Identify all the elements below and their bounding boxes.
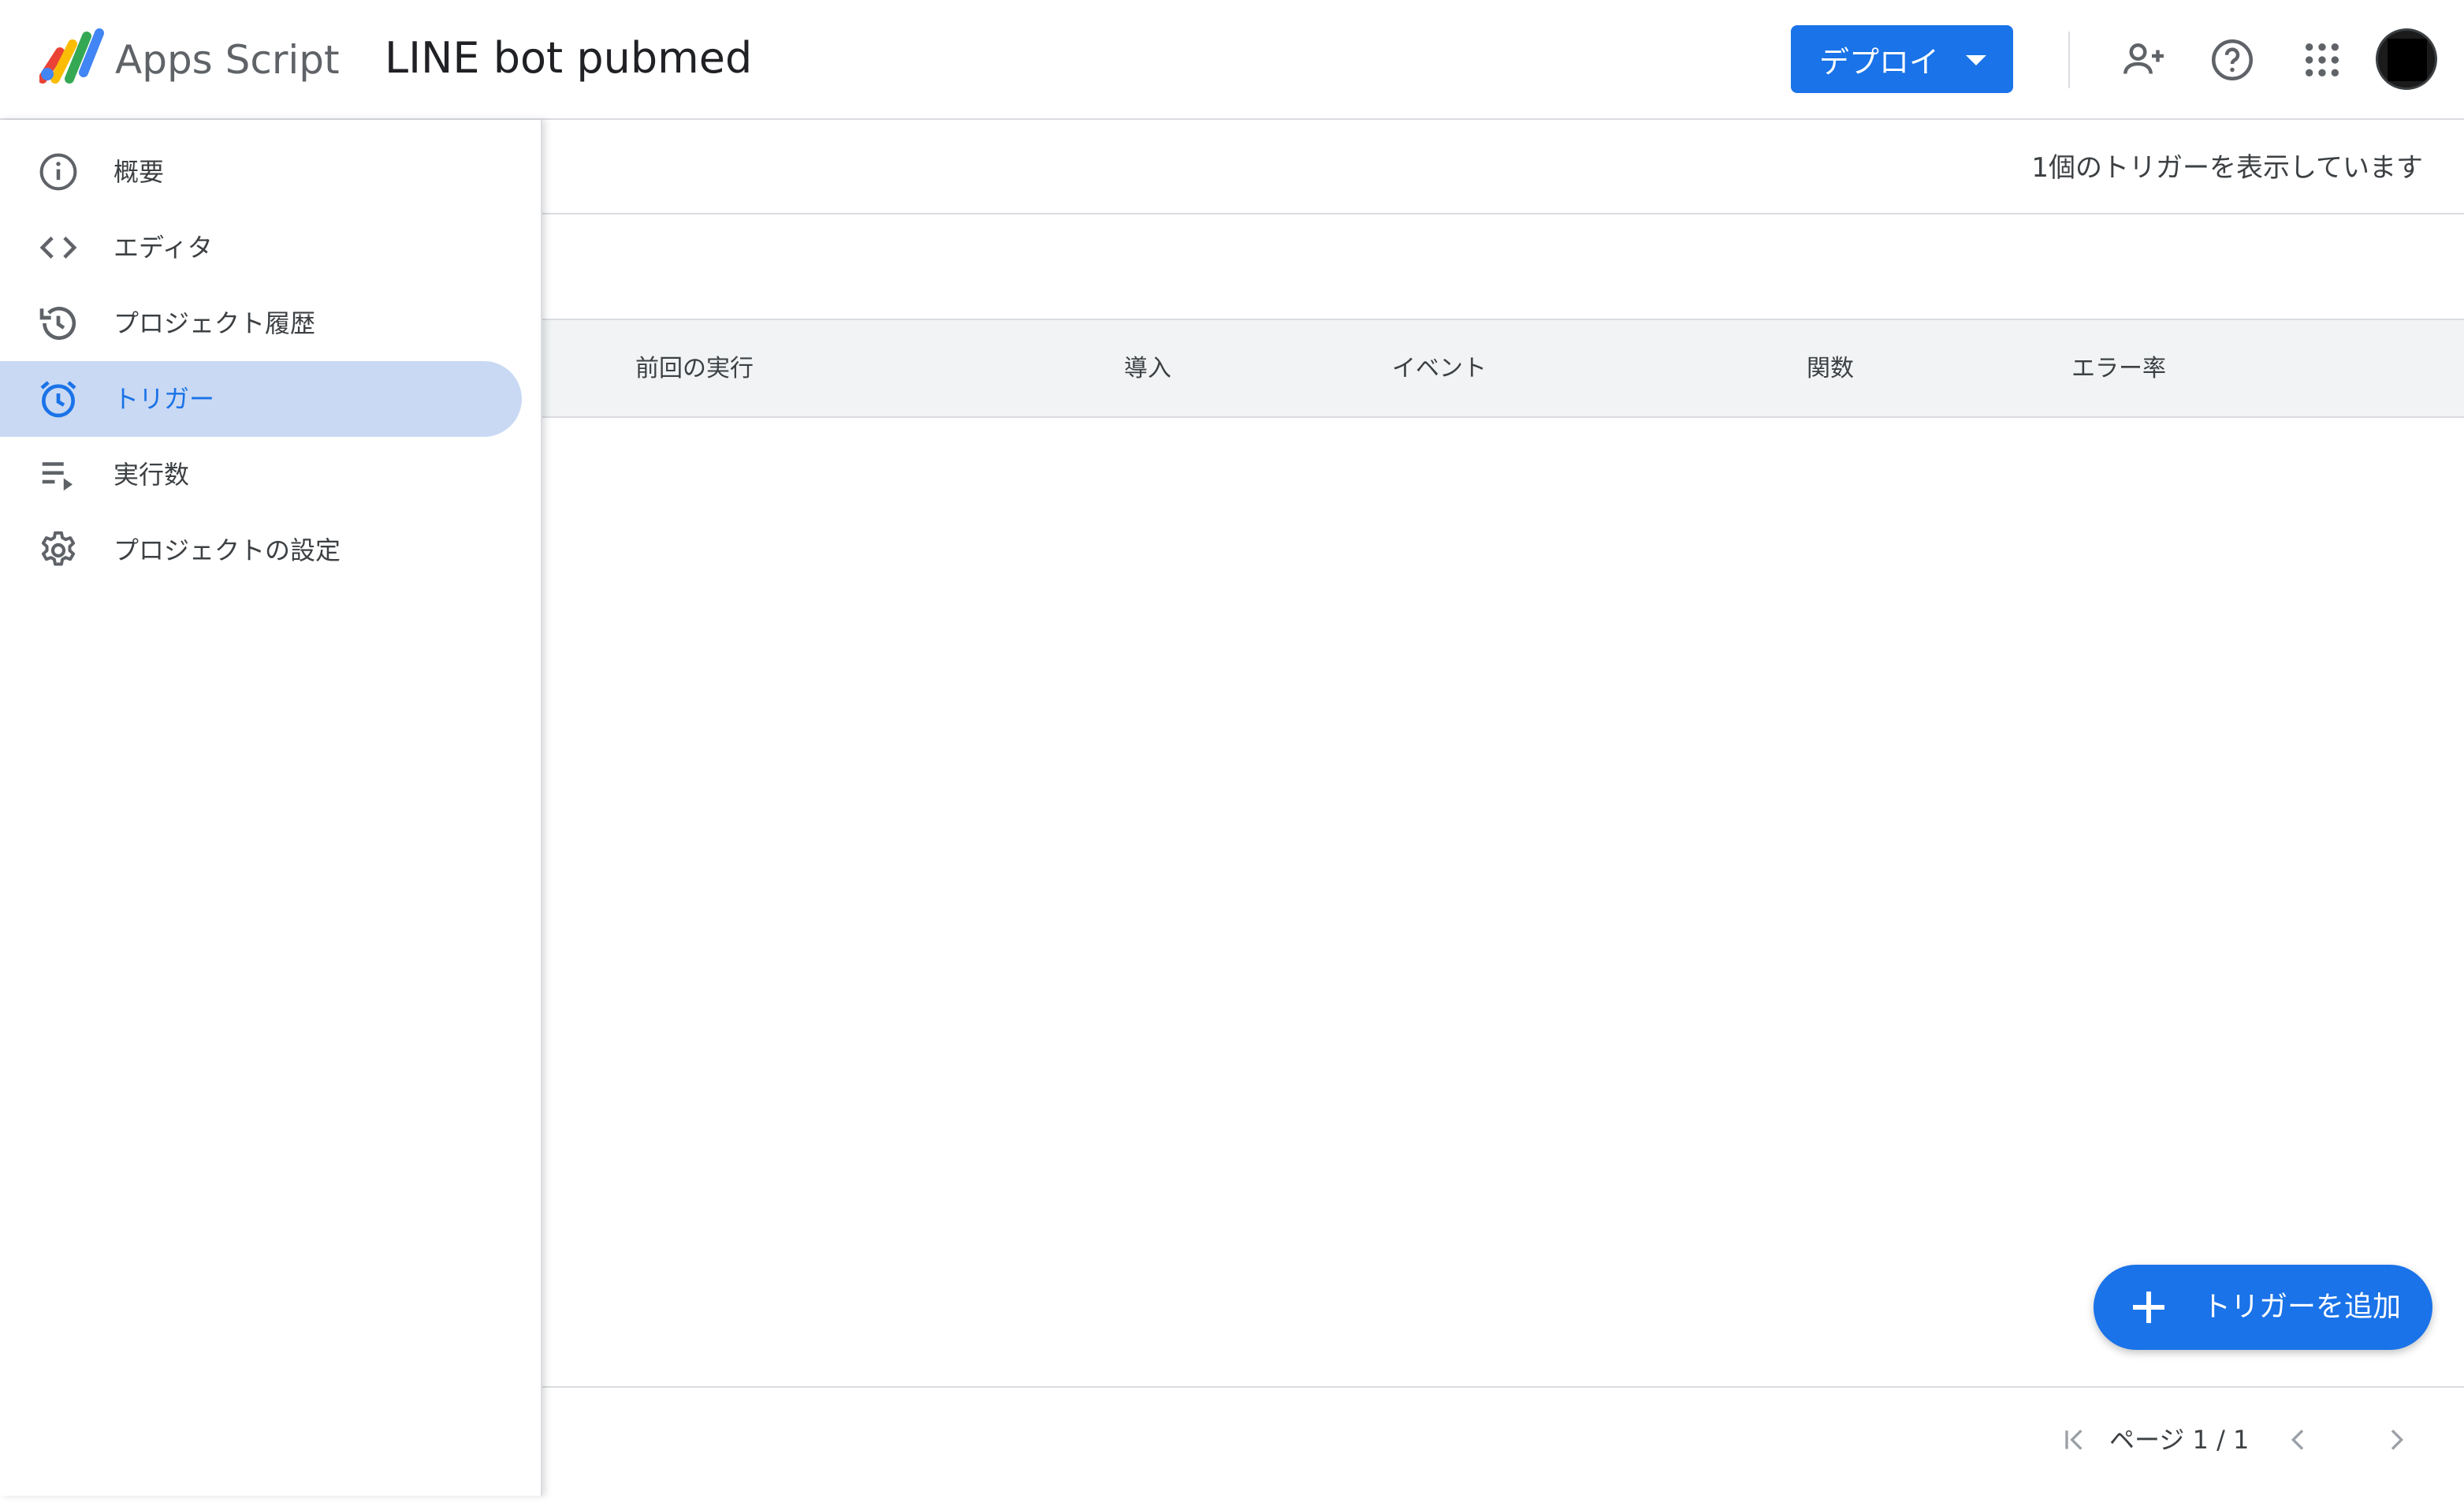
sidebar-item-editor[interactable]: エディタ bbox=[0, 210, 522, 285]
gear-icon bbox=[35, 527, 82, 574]
topbar-divider bbox=[2068, 32, 2070, 88]
deploy-button-label: デプロイ bbox=[1819, 44, 1940, 80]
sidebar-item-label: トリガー bbox=[114, 384, 215, 414]
add-person-icon[interactable] bbox=[2116, 32, 2172, 88]
trigger-count-text: 1個のトリガーを表示しています bbox=[2031, 152, 2423, 184]
pagination-text: ページ 1 / 1 bbox=[2109, 1425, 2250, 1455]
alarm-icon bbox=[35, 375, 82, 423]
sidebar-item-executions[interactable]: 実行数 bbox=[0, 437, 522, 513]
triggers-panel: 1個のトリガーを表示しています 前回の実行 導入 イベント 関数 エラー率 トリ… bbox=[542, 120, 2464, 1496]
apps-script-window: Apps Script LINE bot pubmed デプロイ 概要 エディタ… bbox=[0, 0, 2464, 1496]
column-header-function[interactable]: 関数 bbox=[1807, 352, 1854, 386]
help-icon[interactable] bbox=[2204, 32, 2261, 88]
toolbar-divider bbox=[542, 213, 2464, 214]
column-header-error-rate[interactable]: エラー率 bbox=[2071, 352, 2166, 386]
sidebar-item-label: 実行数 bbox=[114, 460, 190, 490]
plus-icon bbox=[2130, 1288, 2168, 1326]
sidebar-item-label: 概要 bbox=[114, 157, 165, 187]
add-trigger-button[interactable]: トリガーを追加 bbox=[2094, 1265, 2432, 1350]
avatar[interactable] bbox=[2376, 28, 2437, 90]
avatar-image bbox=[2388, 39, 2427, 81]
caret-down-icon bbox=[1966, 55, 1986, 65]
sidebar-item-label: エディタ bbox=[114, 233, 213, 263]
column-header-event[interactable]: イベント bbox=[1392, 352, 1487, 386]
product-name[interactable]: Apps Script bbox=[115, 32, 340, 88]
info-icon bbox=[35, 148, 82, 196]
apps-grid-icon[interactable] bbox=[2294, 32, 2350, 88]
apps-script-logo[interactable] bbox=[39, 28, 106, 85]
executions-icon bbox=[35, 451, 82, 498]
add-trigger-label: トリガーを追加 bbox=[2202, 1291, 2402, 1323]
column-header-deployment[interactable]: 導入 bbox=[1124, 352, 1171, 386]
top-app-bar: Apps Script LINE bot pubmed デプロイ bbox=[0, 0, 2464, 120]
first-page-icon[interactable] bbox=[2053, 1418, 2097, 1462]
code-icon bbox=[35, 224, 82, 271]
history-icon bbox=[35, 300, 82, 347]
sidebar-item-history[interactable]: プロジェクト履歴 bbox=[0, 285, 522, 361]
footer-divider bbox=[542, 1386, 2464, 1388]
sidebar-item-overview[interactable]: 概要 bbox=[0, 134, 522, 210]
next-page-icon[interactable] bbox=[2374, 1418, 2418, 1462]
sidebar-nav: 概要 エディタ プロジェクト履歴 トリガー 実行数 プロジェクトの設定 bbox=[0, 120, 542, 1496]
sidebar-item-settings[interactable]: プロジェクトの設定 bbox=[0, 513, 522, 588]
previous-page-icon[interactable] bbox=[2276, 1418, 2321, 1462]
sidebar-item-label: プロジェクトの設定 bbox=[114, 535, 341, 565]
sidebar-item-triggers[interactable]: トリガー bbox=[0, 361, 522, 437]
table-header: 前回の実行 導入 イベント 関数 エラー率 bbox=[542, 319, 2464, 418]
project-title[interactable]: LINE bot pubmed bbox=[385, 27, 752, 90]
sidebar-item-label: プロジェクト履歴 bbox=[114, 308, 316, 338]
column-header-last-run[interactable]: 前回の実行 bbox=[635, 352, 754, 386]
deploy-button[interactable]: デプロイ bbox=[1791, 25, 2013, 93]
